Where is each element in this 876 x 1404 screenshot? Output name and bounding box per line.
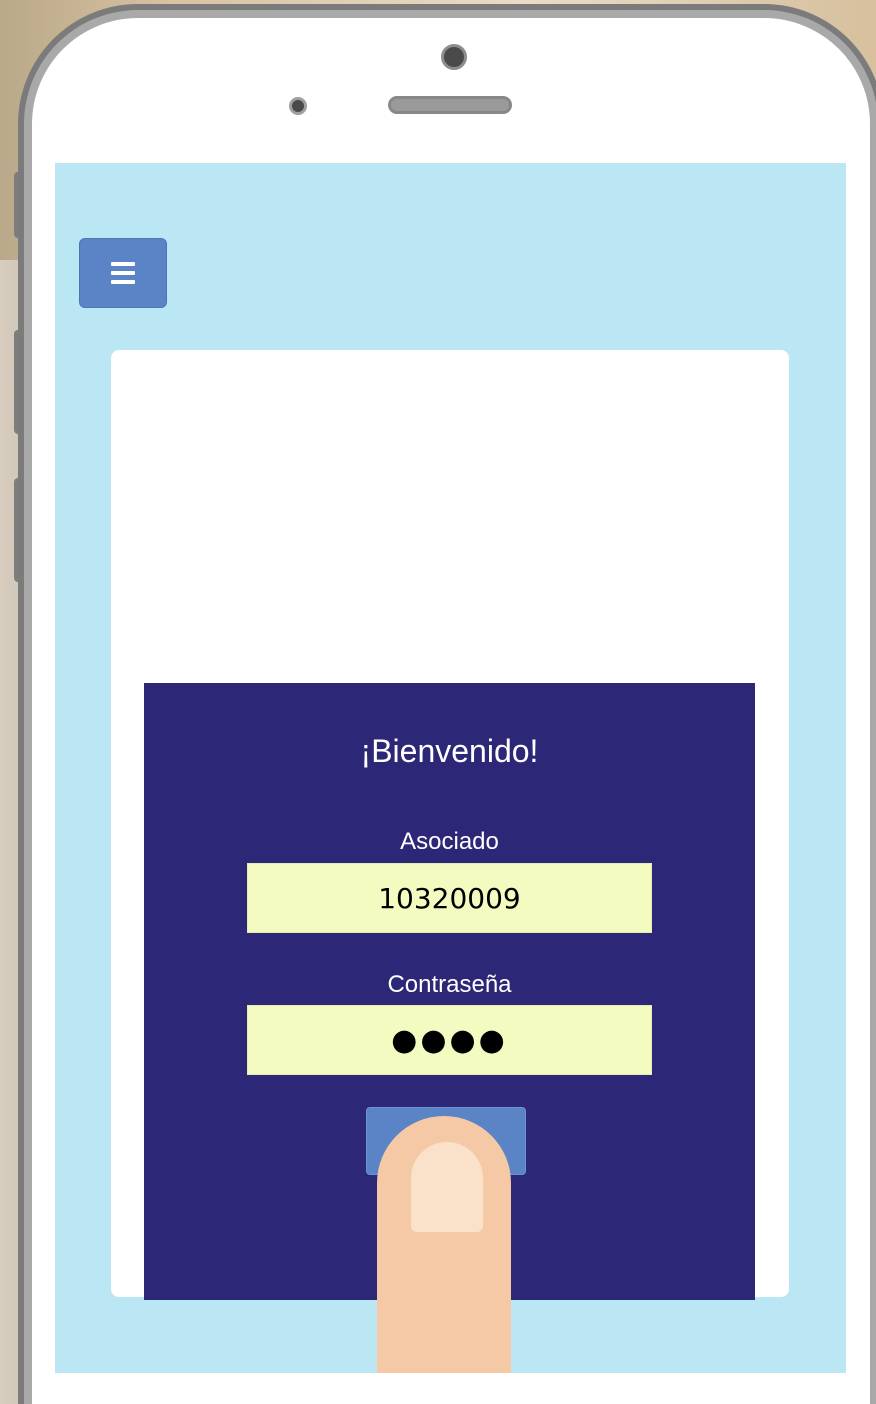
hamburger-menu-icon [111, 262, 135, 266]
earpiece-speaker-icon [388, 96, 512, 114]
password-label: Contraseña [387, 971, 512, 998]
phone-screen: ¡Bienvenido! Asociado 10320009 Contraseñ… [55, 163, 846, 1373]
associate-input[interactable]: 10320009 [247, 863, 652, 933]
pointing-finger-icon [377, 1116, 511, 1373]
associate-label: Asociado [400, 828, 499, 855]
fingernail [411, 1142, 483, 1232]
menu-button[interactable] [79, 238, 167, 308]
welcome-title: ¡Bienvenido! [360, 733, 539, 769]
proximity-sensor-icon [289, 97, 307, 115]
front-camera-icon [441, 44, 467, 70]
password-input[interactable]: ●●●● [247, 1005, 652, 1075]
